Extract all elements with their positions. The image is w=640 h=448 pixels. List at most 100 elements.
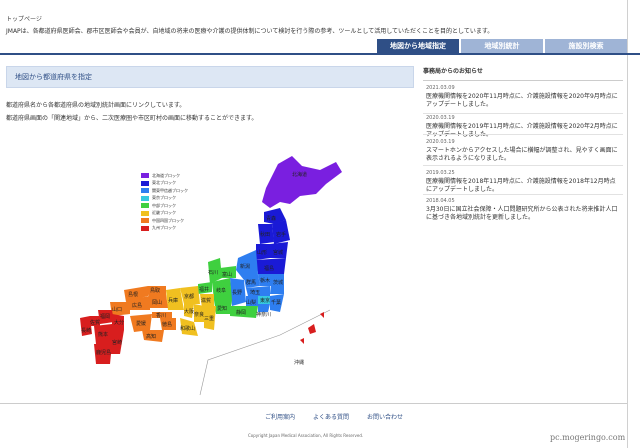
- legend-item: 東京ブロック: [141, 195, 188, 203]
- legend-swatch: [141, 225, 149, 231]
- label-tochigi[interactable]: 栃木: [260, 277, 270, 284]
- label-hyogo[interactable]: 兵庫: [168, 297, 178, 304]
- news-text: スマートホンからアクセスした場合に横幅が調整され、見やすく画面に表示されるように…: [426, 147, 618, 162]
- label-saitama[interactable]: 埼玉: [250, 289, 260, 296]
- label-fukushima[interactable]: 福島: [264, 265, 274, 272]
- news-date: 2021.03.09: [426, 85, 455, 91]
- label-wakayama[interactable]: 和歌山: [180, 325, 195, 332]
- label-kagoshima[interactable]: 鹿児島: [96, 349, 111, 356]
- legend-swatch: [141, 218, 149, 224]
- main-tabs: 地図から地域指定 地域別統計 施設別検索: [377, 39, 627, 53]
- news-date: 2019.03.25: [426, 170, 455, 176]
- legend-item: 中部ブロック: [141, 202, 188, 210]
- label-yamaguchi[interactable]: 山口: [112, 306, 122, 313]
- news-date: 2018.04.05: [426, 198, 455, 204]
- label-gifu[interactable]: 岐阜: [216, 287, 226, 294]
- news-title-divider: [423, 80, 623, 81]
- news-title: 事務局からのお知らせ: [423, 68, 483, 75]
- footer-links: ご利用案内 よくある質問 お問い合わせ: [265, 412, 403, 421]
- footer-link-contact[interactable]: お問い合わせ: [367, 412, 403, 421]
- legend-item: 中国四国ブロック: [141, 217, 188, 225]
- label-chiba[interactable]: 千葉: [271, 299, 281, 306]
- label-niigata[interactable]: 新潟: [240, 263, 250, 270]
- map-legend: 北海道ブロック 東北ブロック 関東甲信越ブロック 東京ブロック 中部ブロック 近…: [141, 172, 188, 232]
- label-tokyo[interactable]: 東京: [260, 297, 270, 304]
- label-yamagata[interactable]: 山形: [257, 249, 267, 256]
- label-kochi[interactable]: 高知: [146, 333, 156, 340]
- legend-swatch: [141, 210, 149, 216]
- label-saga[interactable]: 佐賀: [90, 319, 100, 326]
- label-hokkaido[interactable]: 北海道: [292, 171, 307, 178]
- news-divider: [423, 194, 623, 195]
- copyright: Copyright Japan Medical Association, All…: [248, 433, 364, 438]
- label-tottori[interactable]: 鳥取: [150, 287, 160, 294]
- tab-facility-search[interactable]: 施設別検索: [545, 39, 627, 53]
- pref-hokkaido[interactable]: [262, 156, 342, 208]
- label-toyama[interactable]: 富山: [222, 271, 232, 278]
- label-tokushima[interactable]: 徳島: [162, 321, 172, 328]
- page-right-border: [627, 0, 628, 448]
- legend-swatch: [141, 180, 149, 186]
- label-shizuoka[interactable]: 静岡: [236, 309, 246, 316]
- news-divider: [423, 113, 623, 114]
- label-aichi[interactable]: 愛知: [217, 305, 227, 312]
- label-miyagi[interactable]: 宮城: [273, 249, 283, 256]
- label-ibaraki[interactable]: 茨城: [273, 279, 283, 286]
- intro-text: JMAPは、各都道府県医師会、郡市区医師会や会員が、自地域の将来の医療や介護の提…: [6, 28, 494, 35]
- news-divider: [423, 165, 623, 166]
- news-text: 医療機関情報を2019年11月時点に、介護施設情報を2020年2月時点にアップデ…: [426, 123, 618, 138]
- watermark: pc.mogeringo.com: [550, 433, 626, 442]
- news-item: 2021.03.09 医療機関情報を2020年11月時点に、介護施設情報を202…: [426, 85, 621, 109]
- label-osaka[interactable]: 大阪: [184, 308, 194, 315]
- legend-swatch: [141, 195, 149, 201]
- label-kyoto[interactable]: 京都: [184, 293, 194, 300]
- news-date: 2020.03.19: [426, 115, 455, 121]
- news-item: 2020.03.19 医療機関情報を2019年11月時点に、介護施設情報を202…: [426, 115, 621, 139]
- label-shiga[interactable]: 滋賀: [201, 297, 211, 304]
- pref-kanagawa[interactable]: [258, 304, 270, 312]
- section-title: 地図から都道府県を指定: [6, 66, 414, 88]
- okinawa-inset-line: [199, 309, 331, 396]
- label-miyazaki[interactable]: 宮崎: [112, 339, 122, 346]
- label-kagawa[interactable]: 香川: [156, 312, 166, 319]
- section-desc-1: 都道府県名から各都道府県の地域別統計画面にリンクしています。: [6, 102, 186, 109]
- label-nara[interactable]: 奈良: [194, 311, 204, 318]
- news-item: 2020.03.19 スマートホンからアクセスした場合に横幅が調整され、見やすく…: [426, 139, 621, 163]
- breadcrumb[interactable]: トップページ: [6, 14, 42, 23]
- label-iwate[interactable]: 岩手: [276, 231, 286, 238]
- tab-underline: [0, 53, 640, 55]
- label-fukui[interactable]: 福井: [199, 286, 209, 293]
- news-item: 2019.03.25 医療機関情報を2018年11月時点に、介護施設情報を201…: [426, 170, 621, 194]
- label-okayama[interactable]: 岡山: [152, 299, 162, 306]
- label-ehime[interactable]: 愛媛: [136, 320, 146, 327]
- label-aomori[interactable]: 青森: [266, 215, 276, 222]
- japan-map: 北海道 青森 秋田 岩手 山形 宮城 福島 新潟 長野 群馬 栃木 茨城 埼玉 …: [80, 156, 342, 396]
- label-gunma[interactable]: 群馬: [246, 279, 256, 286]
- tab-regional-stats[interactable]: 地域別統計: [461, 39, 543, 53]
- label-kumamoto[interactable]: 熊本: [98, 331, 108, 338]
- legend-item: 近畿ブロック: [141, 210, 188, 218]
- label-kanagawa[interactable]: 神奈川: [256, 311, 271, 318]
- label-akita[interactable]: 秋田: [260, 231, 270, 238]
- label-yamanashi[interactable]: 山梨: [246, 299, 256, 306]
- label-nagano[interactable]: 長野: [232, 289, 242, 296]
- legend-item: 九州ブロック: [141, 225, 188, 233]
- label-mie[interactable]: 三重: [204, 315, 214, 322]
- footer-link-faq[interactable]: よくある質問: [313, 412, 349, 421]
- label-okinawa[interactable]: 沖縄: [294, 359, 304, 366]
- footer-link-guide[interactable]: ご利用案内: [265, 412, 295, 421]
- label-ishikawa[interactable]: 石川: [208, 270, 218, 276]
- label-shimane[interactable]: 島根: [128, 291, 138, 298]
- section-desc-2: 都道府県画面の「関連地域」から、二次医療圏や市区町村の画面に移動することができま…: [6, 115, 258, 122]
- pref-okinawa[interactable]: [300, 312, 324, 344]
- legend-item: 東北ブロック: [141, 180, 188, 188]
- label-hiroshima[interactable]: 広島: [132, 302, 142, 309]
- label-oita[interactable]: 大分: [114, 319, 124, 326]
- label-fukuoka[interactable]: 福岡: [100, 313, 110, 320]
- news-item: 2018.04.05 3月30日に国立社会保障・人口問題研究所から公表された将来…: [426, 198, 621, 222]
- news-divider: [423, 134, 623, 135]
- news-date: 2020.03.19: [426, 139, 455, 145]
- footer-divider: [0, 403, 627, 404]
- label-nagasaki[interactable]: 長崎: [81, 327, 91, 334]
- tab-map-select[interactable]: 地図から地域指定: [377, 39, 459, 53]
